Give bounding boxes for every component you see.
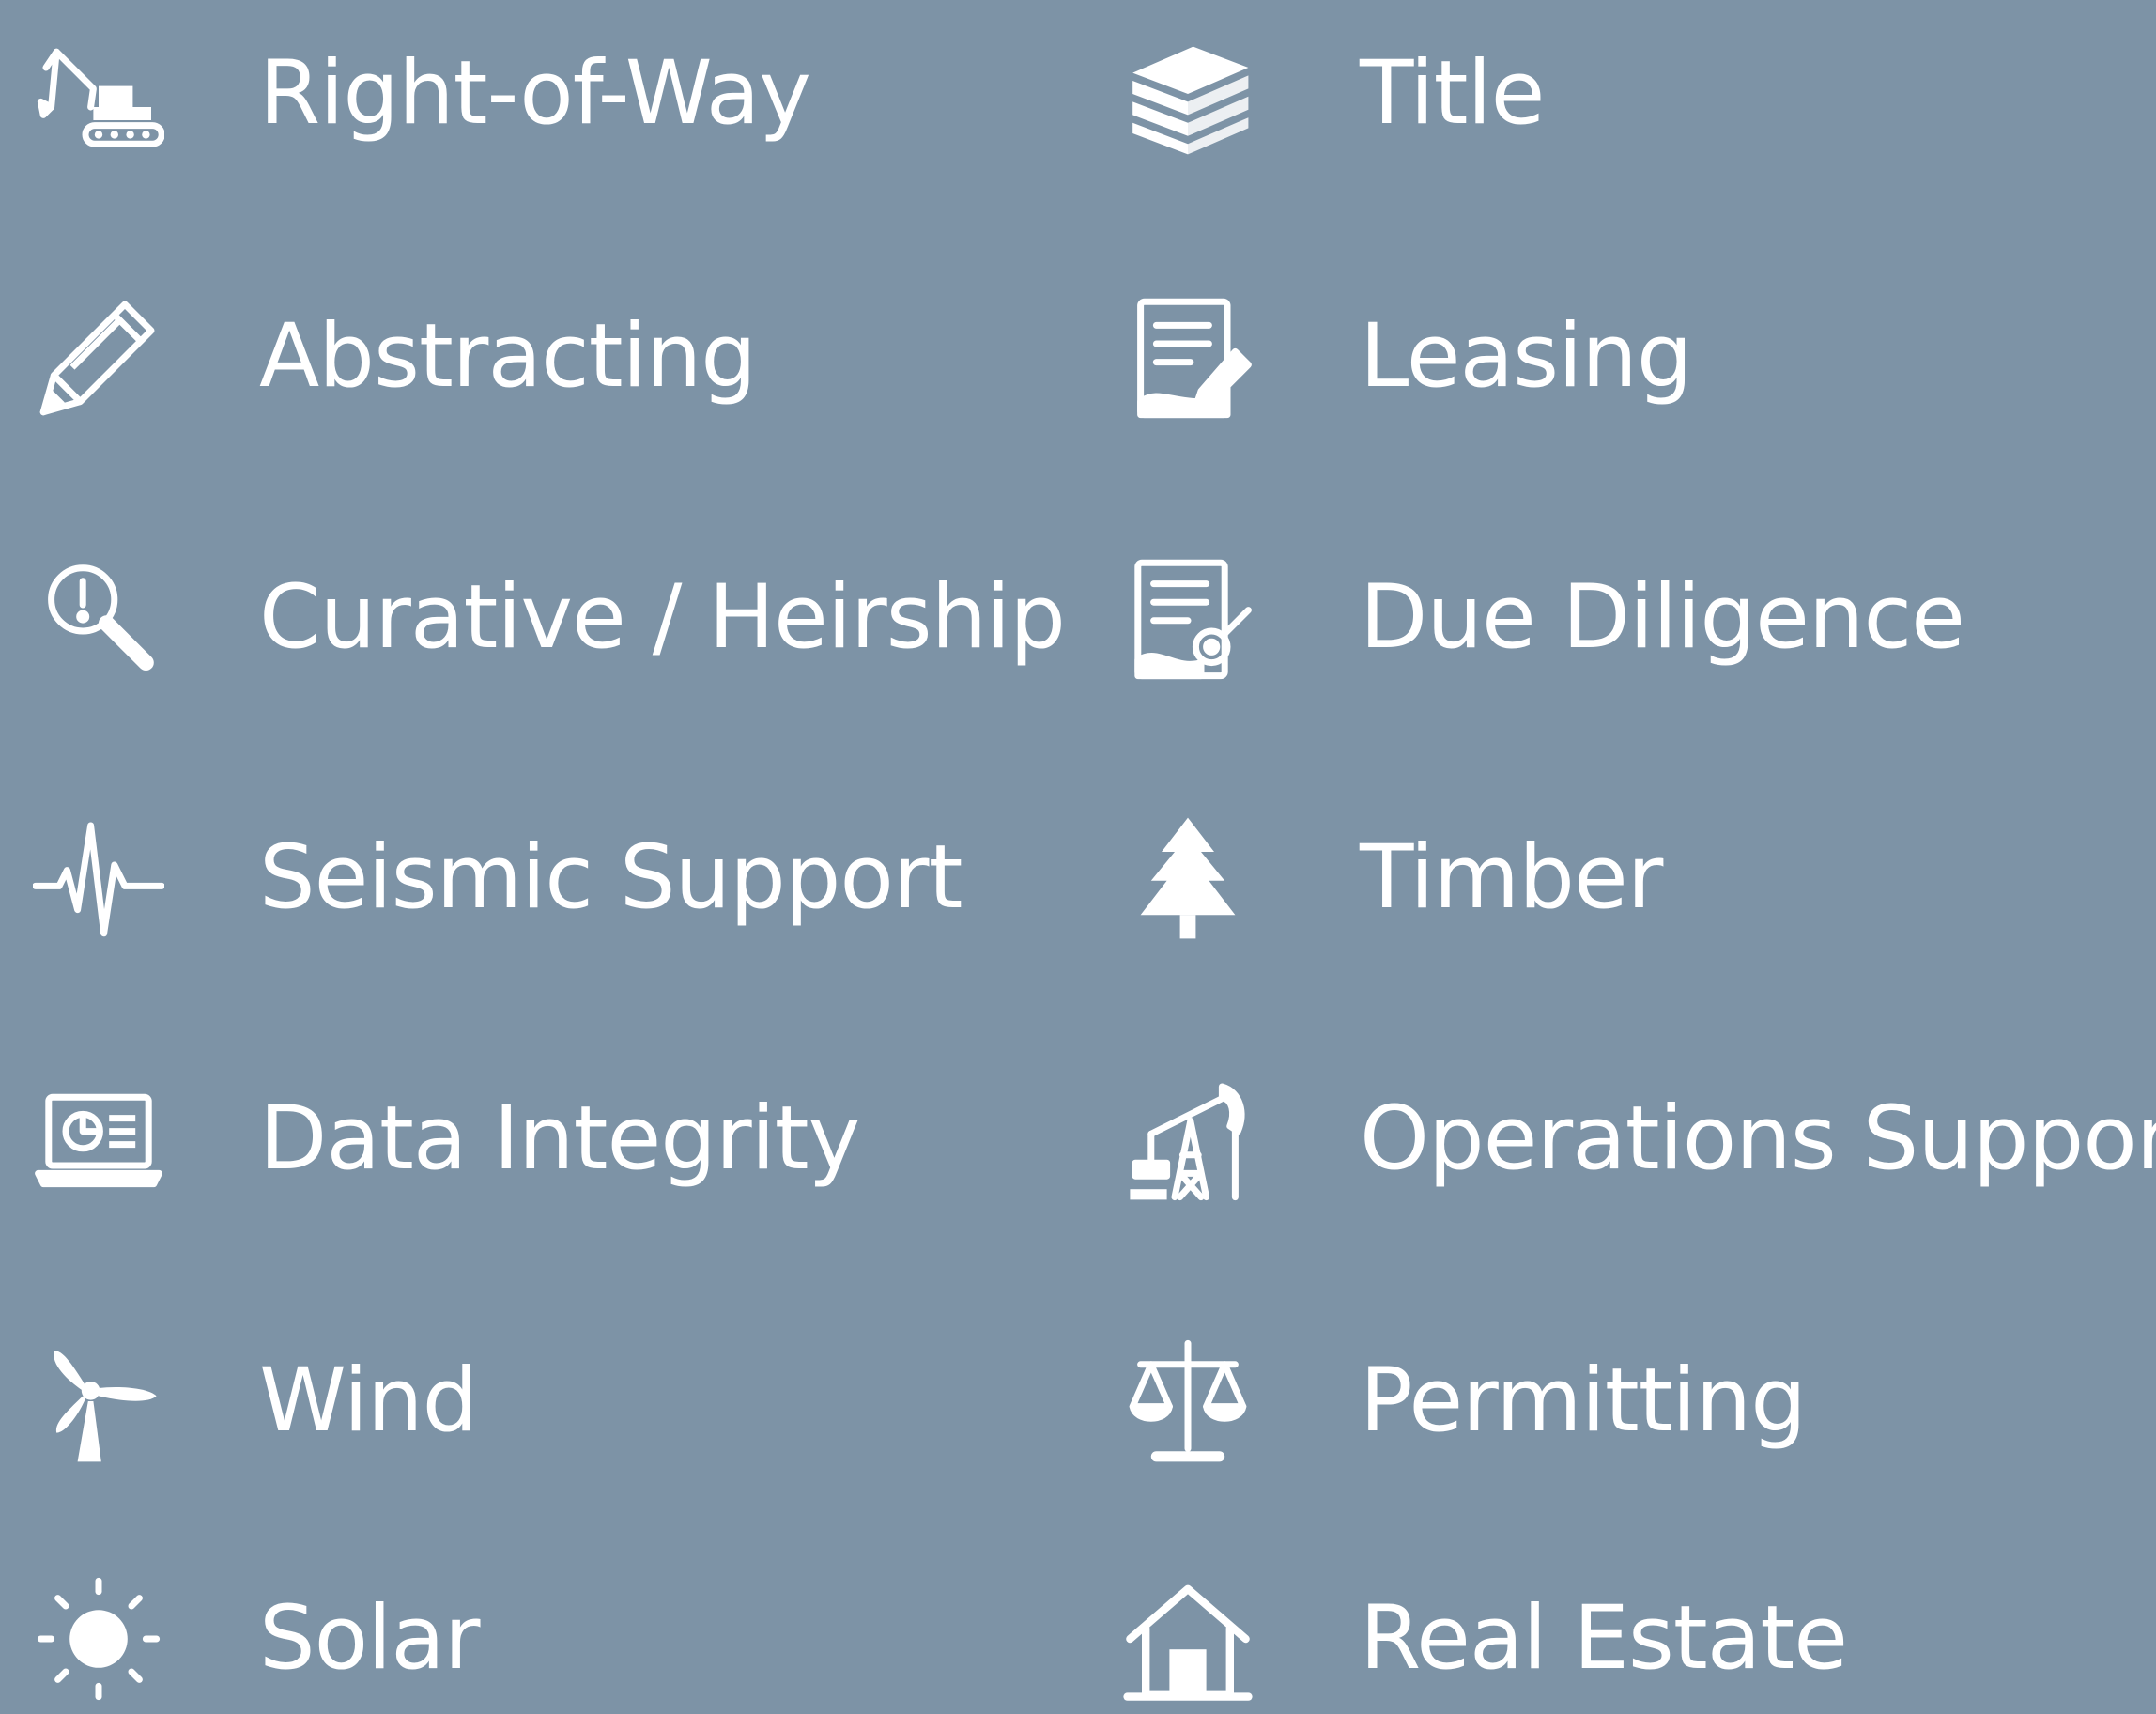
- oil-pump-jack-icon: [1117, 1069, 1258, 1210]
- pine-tree-icon: [1117, 808, 1258, 949]
- magnifier-alert-icon: [28, 548, 169, 688]
- scales-icon: [1117, 1331, 1258, 1472]
- service-item-leasing: Leasing: [1117, 282, 1692, 432]
- sun-icon: [28, 1568, 169, 1709]
- books-stack-icon: [1117, 23, 1258, 164]
- service-item-real-estate: Real Estate: [1117, 1564, 1848, 1714]
- service-label: Title: [1360, 42, 1545, 145]
- service-item-operations-support: Operations Support: [1117, 1064, 2156, 1214]
- services-grid: Right-of-Way Abstracting Curative / Heir…: [0, 0, 2156, 1701]
- service-item-right-of-way: Right-of-Way: [28, 19, 811, 169]
- service-item-seismic-support: Seismic Support: [28, 803, 962, 953]
- seismic-wave-icon: [28, 808, 169, 949]
- service-label: Solar: [259, 1587, 481, 1690]
- document-pen-icon: [1117, 286, 1258, 427]
- service-label: Operations Support: [1360, 1088, 2156, 1190]
- service-item-timber: Timber: [1117, 803, 1663, 953]
- service-label: Due Diligence: [1360, 566, 1965, 669]
- pencil-icon: [28, 286, 169, 427]
- service-item-wind: Wind: [28, 1326, 478, 1476]
- service-item-abstracting: Abstracting: [28, 282, 757, 432]
- service-label: Leasing: [1360, 305, 1692, 408]
- service-label: Data Integrity: [259, 1088, 860, 1190]
- service-label: Permitting: [1360, 1350, 1807, 1452]
- service-item-data-integrity: Data Integrity: [28, 1064, 860, 1214]
- service-label: Timber: [1360, 826, 1663, 929]
- service-label: Real Estate: [1360, 1587, 1848, 1690]
- service-item-title: Title: [1117, 19, 1545, 169]
- service-label: Right-of-Way: [259, 42, 811, 145]
- service-label: Wind: [259, 1350, 478, 1452]
- service-item-solar: Solar: [28, 1564, 481, 1714]
- excavator-icon: [28, 23, 169, 164]
- document-seal-icon: [1117, 548, 1258, 688]
- service-item-due-diligence: Due Diligence: [1117, 543, 1965, 693]
- house-icon: [1117, 1568, 1258, 1709]
- service-label: Abstracting: [259, 305, 757, 408]
- wind-turbine-icon: [28, 1331, 169, 1472]
- laptop-chart-icon: [28, 1069, 169, 1210]
- service-label: Seismic Support: [259, 826, 962, 929]
- service-item-permitting: Permitting: [1117, 1326, 1807, 1476]
- service-label: Curative / Heirship: [259, 566, 1066, 669]
- service-item-curative-heirship: Curative / Heirship: [28, 543, 1066, 693]
